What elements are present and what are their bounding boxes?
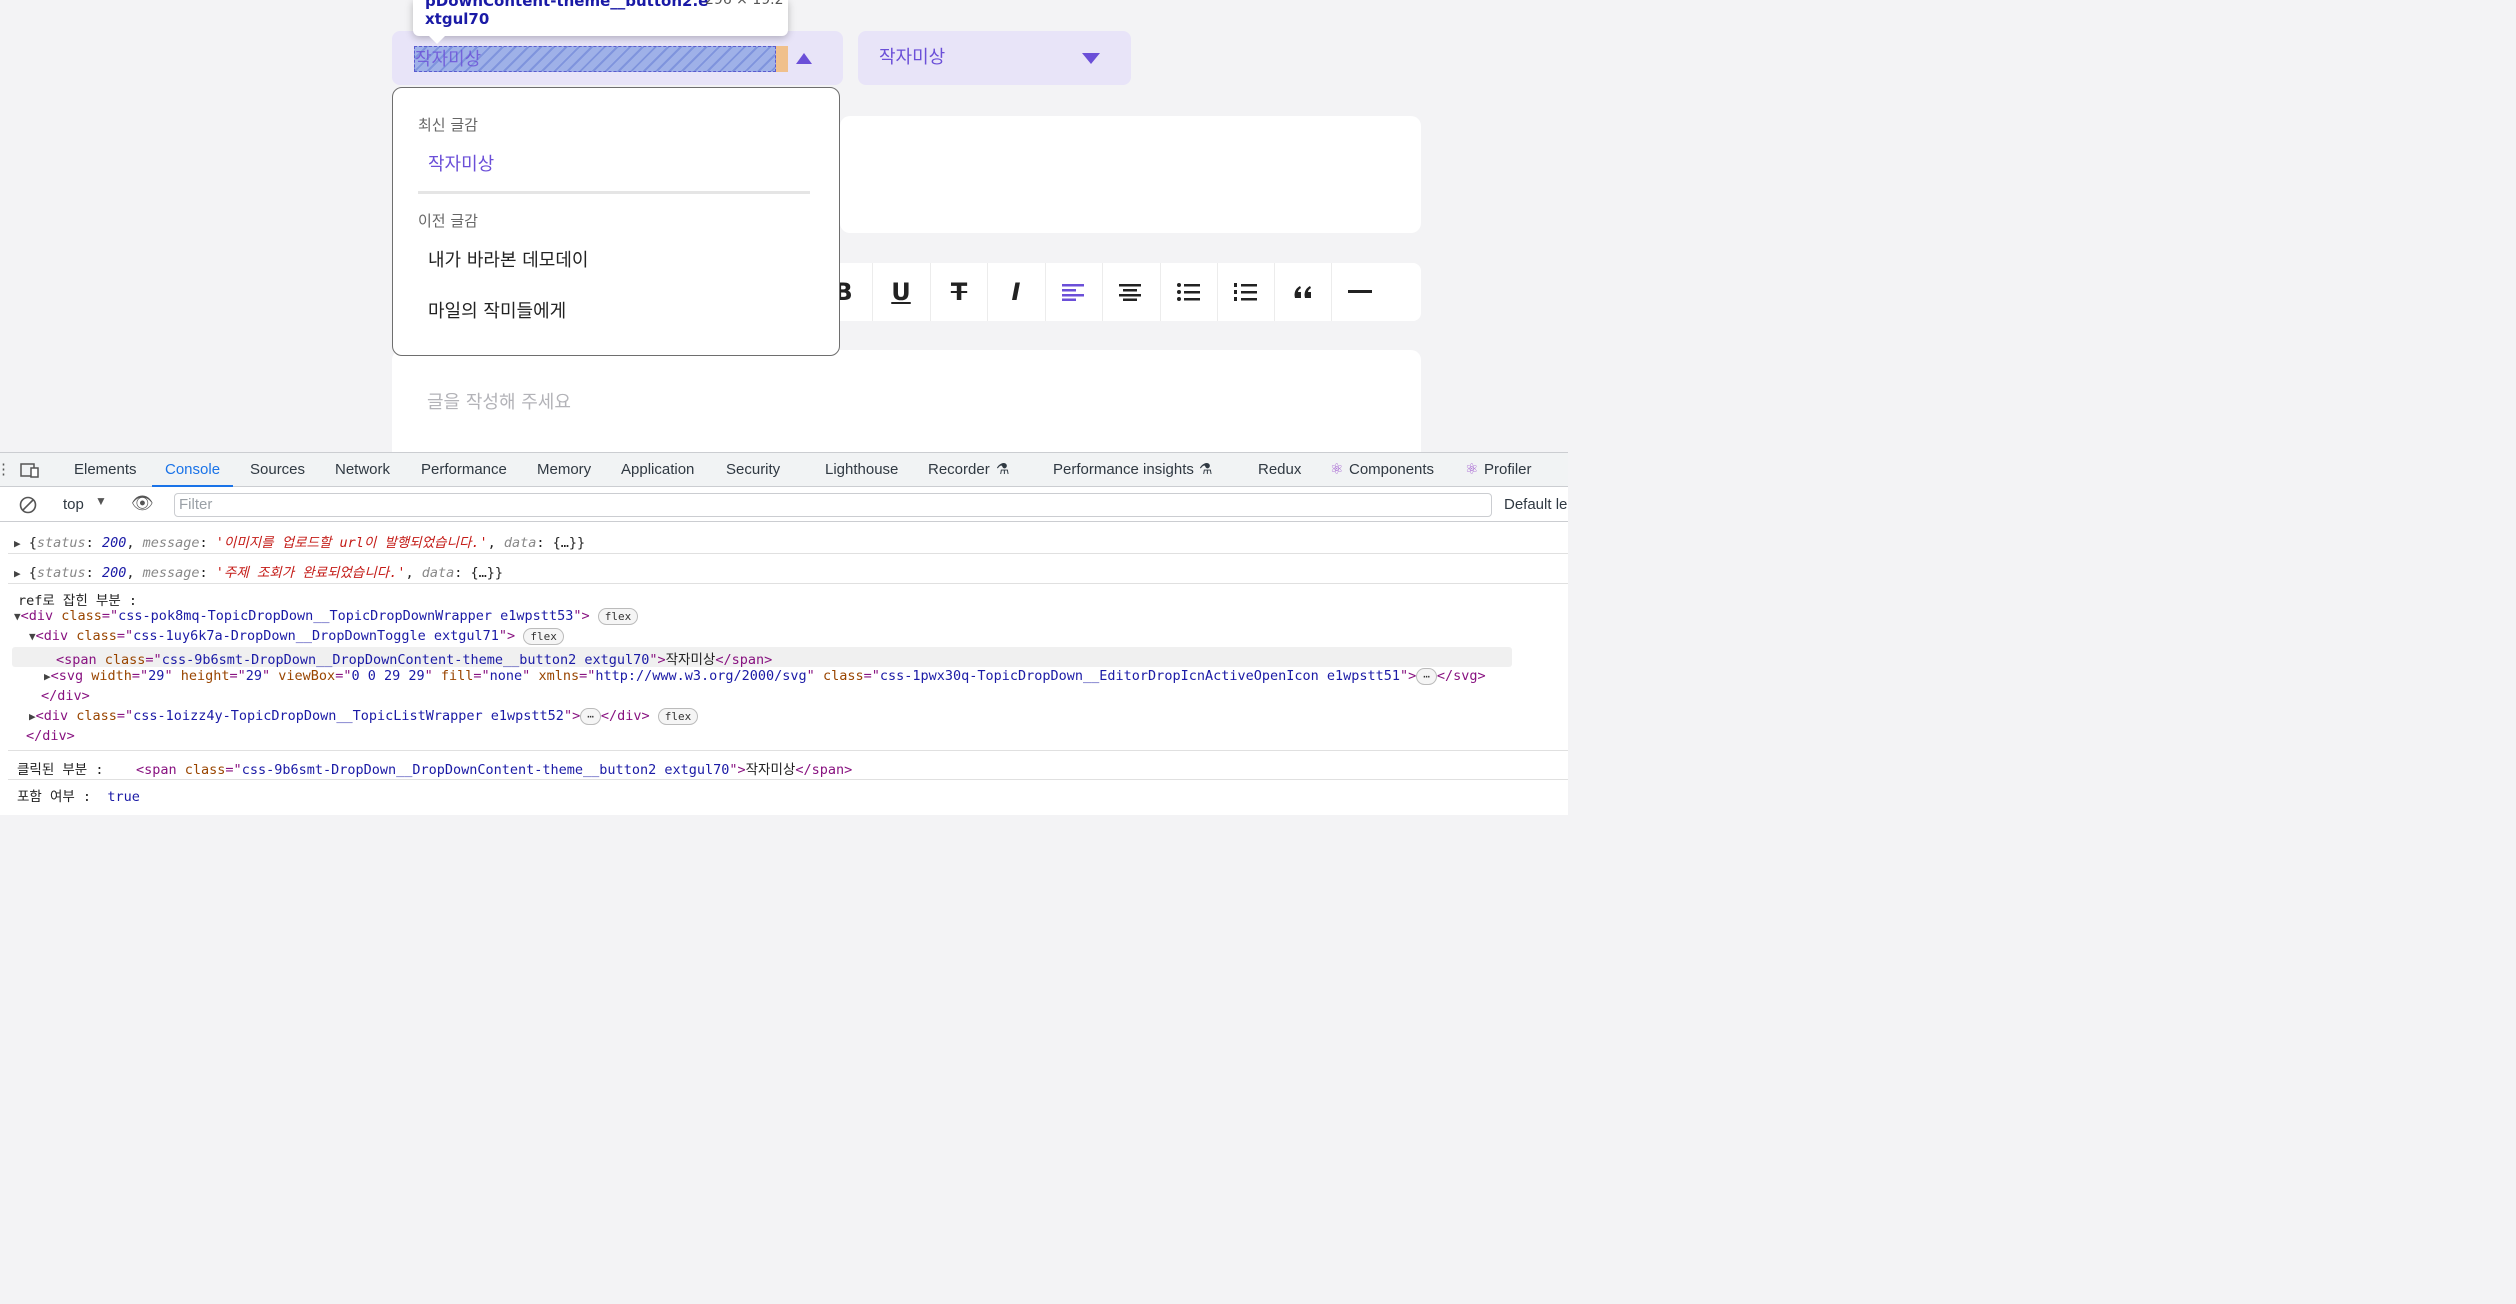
previous-header: 이전 글감 bbox=[418, 212, 478, 230]
dock-menu-icon[interactable]: ⋮ bbox=[0, 453, 11, 487]
divider bbox=[8, 779, 1568, 780]
log-entry: 클릭된 부분 : <span class="css-9b6smt-DropDow… bbox=[17, 762, 853, 778]
flask-icon: ⚗ bbox=[996, 461, 1010, 478]
tab-redux[interactable]: Redux bbox=[1258, 453, 1301, 487]
tooltip-selector-cont: xtgul70 bbox=[425, 10, 490, 28]
tab-performance-insights[interactable]: Performance insights bbox=[1053, 453, 1194, 487]
tooltip-selector: pDownContent-theme__button2.e bbox=[425, 0, 709, 10]
log-entry[interactable]: ▶ {status: 200, message: '이미지를 업로드할 url이… bbox=[14, 531, 585, 551]
device-toggle-icon[interactable] bbox=[20, 462, 40, 478]
tab-memory[interactable]: Memory bbox=[537, 453, 591, 487]
log-entry[interactable]: ▶ {status: 200, message: '주제 조회가 완료되었습니다… bbox=[14, 561, 503, 581]
quote-icon bbox=[1294, 286, 1311, 298]
tooltip-size: 296 × 19.2 bbox=[705, 0, 784, 8]
topic-item-previous[interactable]: 마일의 작미들에게 bbox=[428, 297, 566, 323]
editor-page: 작자미상 pDownContent-theme__button2.e xtgul… bbox=[0, 0, 1568, 452]
tab-console[interactable]: Console bbox=[152, 453, 234, 487]
dom-node[interactable]: ▼<div class="css-pok8mq-TopicDropDown__T… bbox=[14, 608, 639, 625]
tab-recorder[interactable]: Recorder bbox=[928, 453, 990, 487]
tab-performance[interactable]: Performance bbox=[421, 453, 507, 487]
title-card[interactable] bbox=[840, 116, 1421, 233]
topic-item-previous[interactable]: 내가 바라본 데모데이 bbox=[428, 246, 588, 272]
expand-triangle-icon[interactable]: ▶ bbox=[14, 567, 21, 580]
dom-node[interactable]: <span class="css-9b6smt-DropDown__DropDo… bbox=[56, 648, 772, 668]
tab-network[interactable]: Network bbox=[335, 453, 390, 487]
tab-lighthouse[interactable]: Lighthouse bbox=[825, 453, 898, 487]
tab-components[interactable]: Components bbox=[1349, 453, 1434, 487]
latest-header: 최신 글감 bbox=[418, 116, 478, 134]
clear-console-icon[interactable] bbox=[19, 496, 37, 514]
underline-button[interactable]: U bbox=[872, 263, 929, 321]
topic-list: 최신 글감 작자미상 이전 글감 내가 바라본 데모데이 마일의 작미들에게 bbox=[392, 87, 840, 356]
tab-security[interactable]: Security bbox=[726, 453, 780, 487]
chevron-up-icon[interactable] bbox=[796, 53, 812, 64]
quote-button[interactable] bbox=[1274, 263, 1331, 321]
tab-sources[interactable]: Sources bbox=[250, 453, 305, 487]
editor-placeholder: 글을 작성해 주세요 bbox=[427, 392, 571, 413]
devtools-panel: ⋮ Elements Console Sources Network Perfo… bbox=[0, 452, 1568, 815]
align-left-button[interactable] bbox=[1045, 263, 1102, 321]
editor-area[interactable]: 글을 작성해 주세요 bbox=[392, 350, 1421, 452]
divider bbox=[418, 191, 810, 194]
flask-icon: ⚗ bbox=[1199, 461, 1213, 478]
console-toolbar: top ▼ 👁 Filter Default le bbox=[0, 488, 1568, 522]
dom-node[interactable]: ▶<svg width="29" height="29" viewBox="0 … bbox=[44, 668, 1486, 685]
divider bbox=[8, 553, 1568, 554]
divider-icon bbox=[1348, 290, 1372, 293]
tab-elements[interactable]: Elements bbox=[74, 453, 137, 487]
context-select[interactable]: top bbox=[63, 496, 84, 513]
tab-profiler[interactable]: Profiler bbox=[1484, 453, 1532, 487]
align-center-button[interactable] bbox=[1102, 263, 1159, 321]
react-icon: ⚛ bbox=[1330, 461, 1344, 478]
dom-node: </div> bbox=[26, 728, 75, 744]
dom-node[interactable]: ▼<div class="css-1uy6k7a-DropDown__DropD… bbox=[29, 628, 564, 645]
tab-application[interactable]: Application bbox=[621, 453, 694, 487]
divider bbox=[8, 750, 1568, 751]
bullet-list-icon bbox=[1177, 283, 1200, 301]
element-highlight: 작자미상 bbox=[414, 46, 776, 72]
log-levels-select[interactable]: Default le bbox=[1504, 496, 1567, 513]
second-dropdown-label: 작자미상 bbox=[879, 47, 946, 68]
inspect-tooltip: pDownContent-theme__button2.e xtgul70 29… bbox=[413, 0, 788, 44]
dom-node: </div> bbox=[41, 688, 90, 704]
number-list-button[interactable] bbox=[1217, 263, 1274, 321]
chevron-down-icon[interactable] bbox=[1082, 53, 1100, 64]
padding-highlight bbox=[776, 46, 788, 72]
react-icon: ⚛ bbox=[1465, 461, 1479, 478]
bullet-list-button[interactable] bbox=[1160, 263, 1217, 321]
filter-input[interactable]: Filter bbox=[174, 493, 1492, 517]
eye-icon[interactable]: 👁 bbox=[131, 493, 154, 514]
expand-triangle-icon[interactable]: ▶ bbox=[14, 537, 21, 550]
italic-button[interactable]: I bbox=[987, 263, 1044, 321]
align-center-icon bbox=[1119, 284, 1141, 301]
chevron-down-icon[interactable]: ▼ bbox=[95, 494, 107, 508]
number-list-icon bbox=[1234, 283, 1257, 301]
topic-item-latest[interactable]: 작자미상 bbox=[428, 150, 494, 176]
dom-node[interactable]: ▶<div class="css-1oizz4y-TopicDropDown__… bbox=[29, 708, 699, 725]
strike-button[interactable]: T bbox=[930, 263, 987, 321]
align-left-icon bbox=[1062, 284, 1084, 301]
topic-selected-label[interactable]: 작자미상 bbox=[415, 47, 481, 73]
divider-button[interactable] bbox=[1331, 263, 1388, 321]
log-label: ref로 잡힌 부분 : bbox=[18, 593, 137, 609]
devtools-tabs: ⋮ Elements Console Sources Network Perfo… bbox=[0, 453, 1568, 487]
log-entry: 포함 여부 : true bbox=[17, 789, 140, 805]
divider bbox=[8, 583, 1568, 584]
